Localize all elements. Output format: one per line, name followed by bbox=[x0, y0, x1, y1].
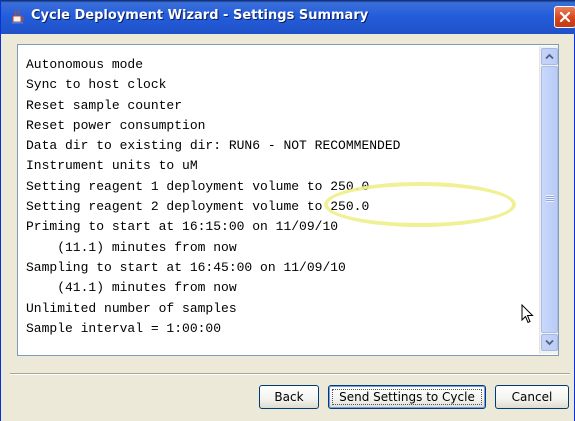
summary-line: Sync to host clock bbox=[26, 77, 167, 93]
summary-line: Sampling to start at 16:45:00 on 11/09/1… bbox=[26, 259, 346, 275]
scroll-up-button[interactable] bbox=[541, 48, 558, 65]
scroll-thumb[interactable] bbox=[541, 66, 558, 333]
scroll-down-button[interactable] bbox=[541, 334, 558, 351]
summary-line: Instrument units to uM bbox=[26, 158, 198, 174]
summary-line: (11.1) minutes from now bbox=[26, 239, 237, 255]
summary-line: Reset power consumption bbox=[26, 117, 206, 133]
dialog-window: Cycle Deployment Wizard - Settings Summa… bbox=[0, 0, 575, 421]
title-bar[interactable]: Cycle Deployment Wizard - Settings Summa… bbox=[1, 0, 575, 34]
back-button[interactable]: Back bbox=[259, 385, 319, 409]
summary-line: Priming to start at 16:15:00 on 11/09/10 bbox=[26, 219, 339, 235]
chevron-up-icon bbox=[545, 53, 554, 60]
separator bbox=[10, 373, 570, 375]
chevron-down-icon bbox=[545, 339, 554, 346]
vertical-scrollbar[interactable] bbox=[539, 46, 558, 354]
summary-line: Data dir to existing dir: RUN6 - NOT REC… bbox=[26, 138, 401, 154]
cancel-button[interactable]: Cancel bbox=[495, 385, 569, 409]
settings-summary-text-area[interactable]: Autonomous mode Sync to host clock Reset… bbox=[17, 44, 559, 356]
close-icon bbox=[559, 11, 571, 23]
grip-icon bbox=[546, 195, 554, 202]
summary-line: (41.1) minutes from now bbox=[26, 280, 237, 296]
highlight-ellipse bbox=[324, 182, 516, 227]
summary-line: Reset sample counter bbox=[26, 97, 183, 113]
mouse-pointer-icon bbox=[521, 303, 534, 329]
send-settings-button[interactable]: Send Settings to Cycle bbox=[328, 385, 486, 409]
summary-line: Sample interval = 1:00:00 bbox=[26, 320, 222, 336]
focus-ring bbox=[332, 389, 482, 405]
close-button[interactable] bbox=[554, 6, 575, 28]
java-cup-icon bbox=[10, 9, 26, 25]
window-title: Cycle Deployment Wizard - Settings Summa… bbox=[31, 8, 369, 23]
summary-line: Unlimited number of samples bbox=[26, 300, 237, 316]
summary-line: Autonomous mode bbox=[26, 57, 144, 72]
